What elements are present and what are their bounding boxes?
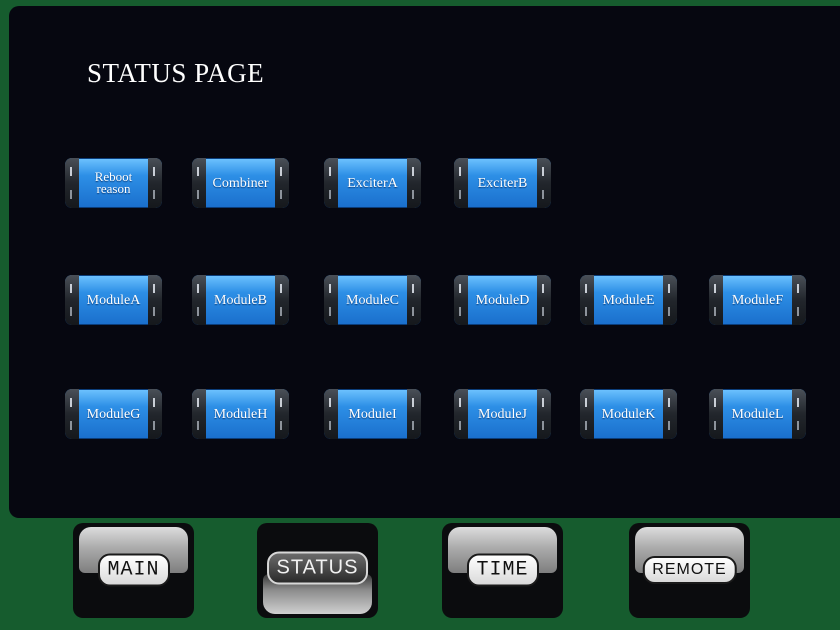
button-cap-right — [148, 275, 162, 325]
button-cap-left — [324, 275, 338, 325]
button-cap-left — [192, 158, 206, 208]
button-label: ModuleE — [602, 292, 655, 308]
button-cap-left — [65, 389, 79, 439]
button-cap-right — [148, 389, 162, 439]
button-cap-left — [65, 275, 79, 325]
button-label: ModuleB — [214, 292, 267, 308]
button-cap-right — [148, 158, 162, 208]
button-cap-left — [454, 275, 468, 325]
modulea-button[interactable]: ModuleA — [65, 275, 162, 325]
modulek-button[interactable]: ModuleK — [580, 389, 677, 439]
button-cap-left — [65, 158, 79, 208]
button-cap-left — [580, 275, 594, 325]
button-cap-right — [537, 275, 551, 325]
button-cap-right — [537, 158, 551, 208]
nav-button-label: TIME — [466, 553, 539, 587]
button-label: ExciterA — [347, 175, 398, 191]
button-label: ModuleK — [601, 406, 656, 422]
button-cap-right — [275, 389, 289, 439]
button-label: ModuleG — [86, 406, 141, 422]
button-cap-right — [275, 275, 289, 325]
button-label: Reboot reason — [94, 169, 133, 196]
nav-button-label: REMOTE — [642, 556, 737, 584]
button-cap-left — [192, 275, 206, 325]
screen-frame: STATUS PAGE Reboot reason Combiner Exciter… — [0, 0, 840, 630]
button-cap-left — [709, 275, 723, 325]
nav-time-button[interactable]: TIME — [442, 523, 563, 618]
button-cap-left — [454, 158, 468, 208]
modulec-button[interactable]: ModuleC — [324, 275, 421, 325]
button-cap-left — [709, 389, 723, 439]
nav-button-label: STATUS — [266, 551, 369, 585]
button-cap-left — [192, 389, 206, 439]
excitera-button[interactable]: ExciterA — [324, 158, 421, 208]
modulei-button[interactable]: ModuleI — [324, 389, 421, 439]
button-cap-right — [407, 389, 421, 439]
moduleb-button[interactable]: ModuleB — [192, 275, 289, 325]
button-cap-right — [663, 275, 677, 325]
page-title: STATUS PAGE — [87, 58, 265, 88]
button-label: ExciterB — [477, 175, 528, 191]
button-cap-right — [537, 389, 551, 439]
button-cap-left — [580, 389, 594, 439]
button-cap-right — [407, 275, 421, 325]
nav-main-button[interactable]: MAIN — [73, 523, 194, 618]
button-label: ModuleJ — [478, 406, 527, 422]
moduleg-button[interactable]: ModuleG — [65, 389, 162, 439]
moduleh-button[interactable]: ModuleH — [192, 389, 289, 439]
status-panel: STATUS PAGE — [9, 6, 840, 518]
button-cap-left — [454, 389, 468, 439]
nav-remote-button[interactable]: REMOTE — [629, 523, 750, 618]
button-cap-left — [324, 158, 338, 208]
button-label: ModuleC — [346, 292, 399, 308]
button-label: Combiner — [212, 175, 269, 191]
reboot-reason-button[interactable]: Reboot reason — [65, 158, 162, 208]
button-label: ModuleA — [86, 292, 141, 308]
button-label: ModuleI — [348, 406, 397, 422]
button-label: ModuleL — [731, 406, 784, 422]
button-label: ModuleD — [475, 292, 530, 308]
button-cap-right — [407, 158, 421, 208]
moduled-button[interactable]: ModuleD — [454, 275, 551, 325]
modulee-button[interactable]: ModuleE — [580, 275, 677, 325]
nav-button-label: MAIN — [97, 553, 170, 587]
button-cap-left — [324, 389, 338, 439]
modulel-button[interactable]: ModuleL — [709, 389, 806, 439]
button-label: ModuleH — [213, 406, 268, 422]
exciterb-button[interactable]: ExciterB — [454, 158, 551, 208]
button-label: ModuleF — [731, 292, 784, 308]
button-cap-right — [275, 158, 289, 208]
nav-status-button[interactable]: STATUS — [257, 523, 378, 618]
combiner-button[interactable]: Combiner — [192, 158, 289, 208]
button-cap-right — [792, 389, 806, 439]
button-cap-right — [663, 389, 677, 439]
modulej-button[interactable]: ModuleJ — [454, 389, 551, 439]
modulef-button[interactable]: ModuleF — [709, 275, 806, 325]
button-cap-right — [792, 275, 806, 325]
